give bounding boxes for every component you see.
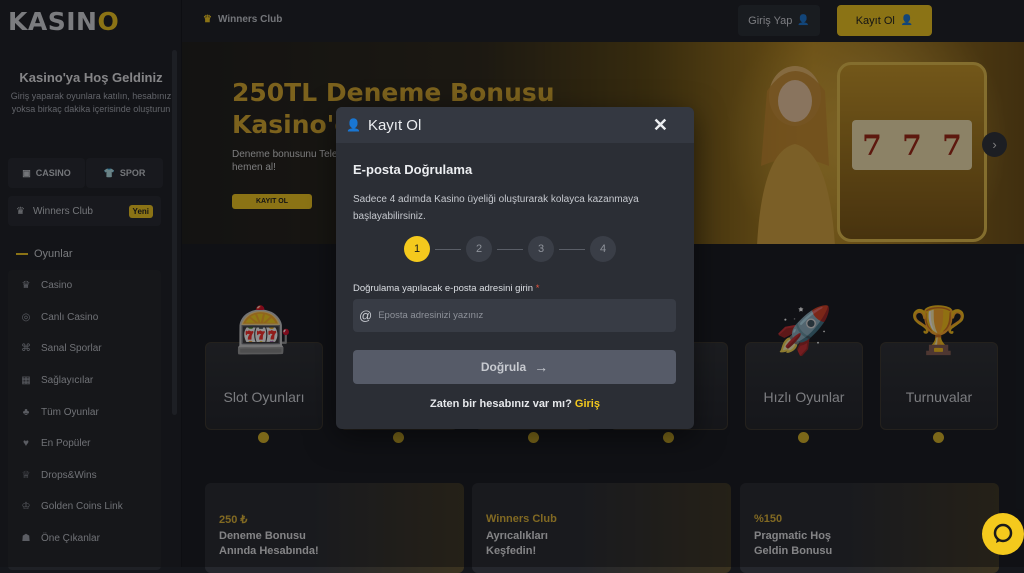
close-icon[interactable]: ✕ <box>653 115 668 136</box>
step-4: 4 <box>590 236 616 262</box>
step-2: 2 <box>466 236 492 262</box>
user-add-icon: 👤 <box>346 118 361 132</box>
register-modal: 👤 Kayıt Ol ✕ E-posta Doğrulama Sadece 4 … <box>336 107 694 429</box>
chat-icon <box>993 523 1013 543</box>
at-sign-icon: @ <box>359 308 373 323</box>
verify-button[interactable]: Doğrula → <box>353 350 676 384</box>
chat-support-button[interactable] <box>982 513 1024 555</box>
email-field[interactable]: @ <box>353 299 676 332</box>
email-input[interactable] <box>378 310 659 321</box>
modal-subtitle: E-posta Doğrulama <box>353 162 473 177</box>
login-link[interactable]: Giriş <box>575 398 600 410</box>
modal-header: 👤 Kayıt Ol ✕ <box>336 107 694 143</box>
step-3: 3 <box>528 236 554 262</box>
modal-title: Kayıt Ol <box>367 116 422 134</box>
email-label: Doğrulama yapılacak e-posta adresini gir… <box>353 283 540 294</box>
step-1: 1 <box>404 236 430 262</box>
step-indicator: 1 2 3 4 <box>404 236 616 262</box>
login-prompt: Zaten bir hesabınız var mı? Giriş <box>430 398 600 410</box>
arrow-right-icon: → <box>534 359 549 375</box>
modal-description: Sadece 4 adımda Kasino üyeliği oluşturar… <box>353 194 639 222</box>
